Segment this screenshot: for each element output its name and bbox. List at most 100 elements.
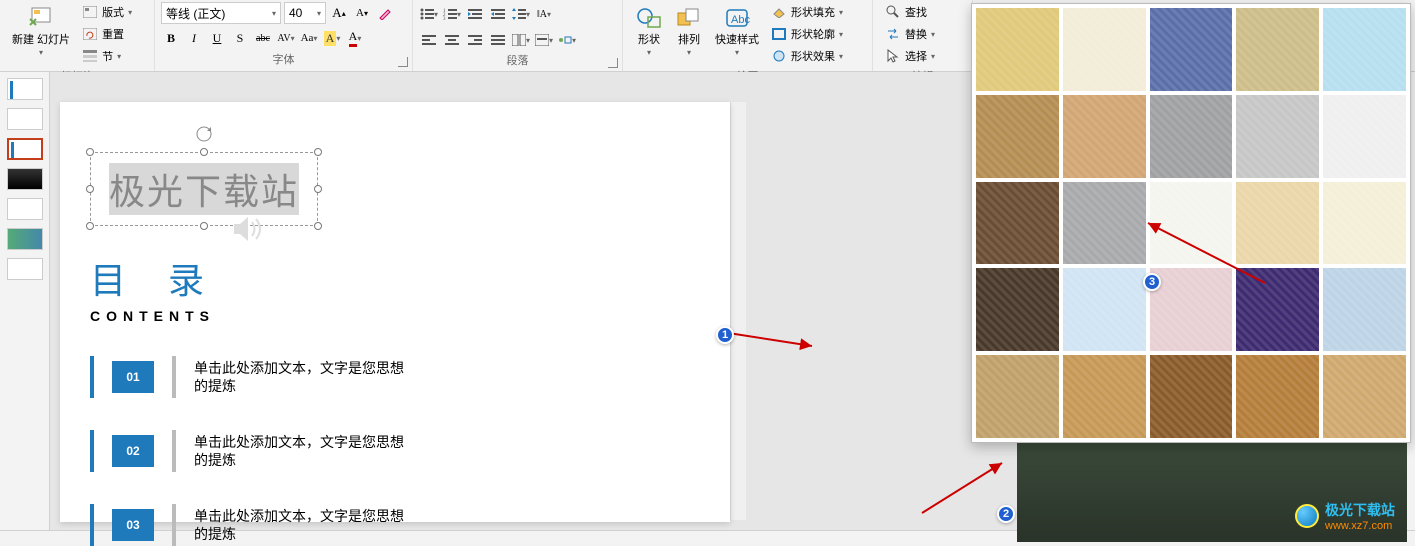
shape-fill-button[interactable]: 形状填充▾ <box>767 2 847 22</box>
toc-item[interactable]: 02单击此处添加文本，文字是您思想的提炼 <box>90 430 700 472</box>
title-textbox[interactable]: 极光下载站 <box>90 152 318 226</box>
texture-gallery-popup[interactable] <box>971 3 1411 443</box>
decrease-indent-button[interactable] <box>465 4 485 24</box>
texture-swatch[interactable] <box>1150 355 1233 438</box>
increase-indent-button[interactable] <box>488 4 508 24</box>
section-button[interactable]: 节▾ <box>78 46 136 66</box>
texture-swatch[interactable] <box>1063 8 1146 91</box>
rotate-handle-icon[interactable] <box>195 125 213 143</box>
align-text-button[interactable]: ▾ <box>534 30 554 50</box>
dialog-launcher-icon[interactable] <box>398 57 408 67</box>
texture-swatch[interactable] <box>1236 95 1319 178</box>
shape-effects-button[interactable]: 形状效果▾ <box>767 46 847 66</box>
texture-swatch[interactable] <box>1236 182 1319 265</box>
slide-thumbnail[interactable] <box>7 198 43 220</box>
texture-swatch[interactable] <box>1150 95 1233 178</box>
texture-swatch[interactable] <box>1323 8 1406 91</box>
clear-format-button[interactable] <box>375 3 395 23</box>
font-color-button[interactable]: A▾ <box>345 28 365 48</box>
toc-item[interactable]: 03单击此处添加文本，文字是您思想的提炼 <box>90 504 700 546</box>
char-spacing-button[interactable]: AV▾ <box>276 28 296 48</box>
align-right-button[interactable] <box>465 30 485 50</box>
text-direction-button[interactable]: ‖A▾ <box>534 4 554 24</box>
slide-thumbnail[interactable] <box>7 138 43 160</box>
texture-swatch[interactable] <box>1323 268 1406 351</box>
title-text[interactable]: 极光下载站 <box>109 163 299 215</box>
vertical-scrollbar[interactable] <box>730 102 746 520</box>
change-case-button[interactable]: Aa▾ <box>299 28 319 48</box>
shape-outline-button[interactable]: 形状轮廓▾ <box>767 24 847 44</box>
dialog-launcher-icon[interactable] <box>608 58 618 68</box>
layout-button[interactable]: 版式▾ <box>78 2 136 22</box>
svg-text:Abc: Abc <box>731 14 750 26</box>
highlight-button[interactable]: A▾ <box>322 28 342 48</box>
font-size-combo[interactable]: 40▾ <box>284 2 326 24</box>
shadow-button[interactable]: S <box>230 28 250 48</box>
texture-swatch[interactable] <box>1150 182 1233 265</box>
texture-swatch[interactable] <box>1323 355 1406 438</box>
layout-icon <box>82 4 98 20</box>
texture-swatch[interactable] <box>1063 355 1146 438</box>
texture-swatch[interactable] <box>1063 182 1146 265</box>
decrease-font-button[interactable]: A▾ <box>352 3 372 23</box>
numbering-button[interactable]: 123▾ <box>442 4 462 24</box>
font-name-combo[interactable]: 等线 (正文)▾ <box>161 2 281 24</box>
group-paragraph: ▾ 123▾ ▾ ‖A▾ ▾ ▾ ▾ 段落 <box>413 0 623 71</box>
outline-icon <box>771 26 787 42</box>
texture-swatch[interactable] <box>1150 268 1233 351</box>
texture-swatch[interactable] <box>1323 182 1406 265</box>
cursor-icon <box>885 48 901 64</box>
texture-swatch[interactable] <box>1063 95 1146 178</box>
texture-swatch[interactable] <box>1236 8 1319 91</box>
font-name-value: 等线 (正文) <box>166 5 225 22</box>
annotation-badge-2: 2 <box>997 505 1015 523</box>
increase-font-button[interactable]: A▴ <box>329 3 349 23</box>
slide-thumbnail[interactable] <box>7 228 43 250</box>
shapes-button[interactable]: 形状▾ <box>629 2 669 59</box>
align-left-button[interactable] <box>419 30 439 50</box>
speaker-icon[interactable] <box>230 214 266 252</box>
slide-thumbnail[interactable] <box>7 258 43 280</box>
watermark: 极光下载站 www.xz7.com <box>1295 500 1395 532</box>
texture-swatch[interactable] <box>976 355 1059 438</box>
section-icon <box>82 48 98 64</box>
texture-swatch[interactable] <box>1150 8 1233 91</box>
texture-swatch[interactable] <box>1236 355 1319 438</box>
effects-icon <box>771 48 787 64</box>
texture-swatch[interactable] <box>976 95 1059 178</box>
arrange-button[interactable]: 排列▾ <box>669 2 709 59</box>
italic-button[interactable]: I <box>184 28 204 48</box>
slide-thumbnail[interactable] <box>7 78 43 100</box>
replace-button[interactable]: 替换▾ <box>881 24 939 44</box>
slide-thumbnail[interactable] <box>7 168 43 190</box>
bold-button[interactable]: B <box>161 28 181 48</box>
columns-button[interactable]: ▾ <box>511 30 531 50</box>
new-slide-button[interactable]: 新建 幻灯片 ▾ <box>6 2 76 59</box>
section-label: 节 <box>102 48 113 64</box>
slide-canvas[interactable]: 极光下载站 目 录 CONTENTS 01单击此处添加文本，文字是您思想的提炼0… <box>60 102 730 522</box>
toc-item[interactable]: 01单击此处添加文本，文字是您思想的提炼 <box>90 356 700 398</box>
texture-swatch[interactable] <box>976 182 1059 265</box>
select-button[interactable]: 选择▾ <box>881 46 939 66</box>
align-center-button[interactable] <box>442 30 462 50</box>
thumbnail-panel[interactable] <box>0 72 50 530</box>
find-button[interactable]: 查找 <box>881 2 939 22</box>
strikethrough-button[interactable]: abc <box>253 28 273 48</box>
slide-thumbnail[interactable] <box>7 108 43 130</box>
new-slide-label: 新建 幻灯片 <box>12 34 70 46</box>
arrange-icon <box>675 4 703 32</box>
reset-button[interactable]: 重置 <box>78 24 136 44</box>
bullets-button[interactable]: ▾ <box>419 4 439 24</box>
quick-styles-button[interactable]: Abc快速样式▾ <box>709 2 765 59</box>
texture-swatch[interactable] <box>1323 95 1406 178</box>
underline-button[interactable]: U <box>207 28 227 48</box>
texture-swatch[interactable] <box>1063 268 1146 351</box>
line-spacing-button[interactable]: ▾ <box>511 4 531 24</box>
align-justify-button[interactable] <box>488 30 508 50</box>
group-slides: 新建 幻灯片 ▾ 版式▾ 重置 节▾ 幻灯片 <box>0 0 155 71</box>
texture-swatch[interactable] <box>1236 268 1319 351</box>
texture-swatch[interactable] <box>976 268 1059 351</box>
texture-swatch[interactable] <box>976 8 1059 91</box>
smartart-button[interactable]: ▾ <box>557 30 577 50</box>
toc-item-number: 03 <box>112 509 154 541</box>
